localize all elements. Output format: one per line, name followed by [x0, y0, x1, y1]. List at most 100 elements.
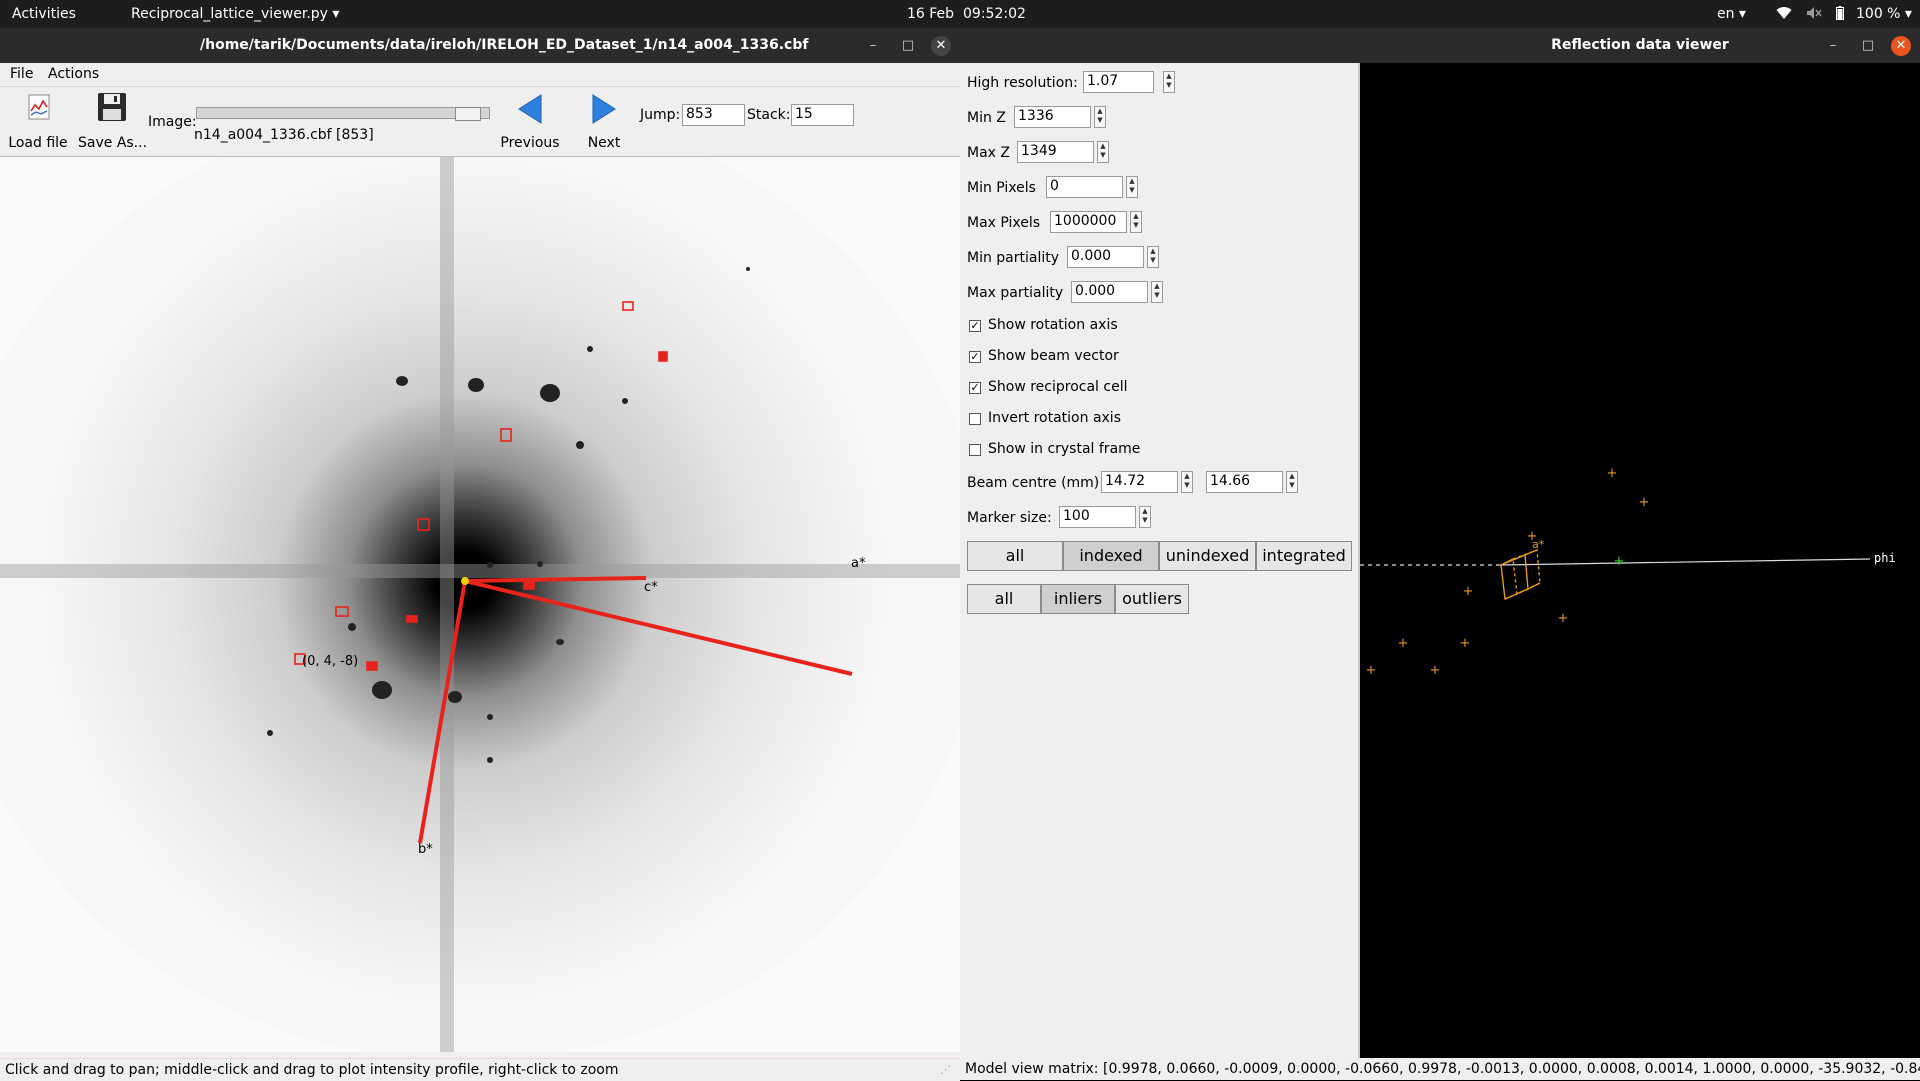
minimize-icon[interactable]: – [863, 36, 883, 56]
show-in-crystal-frame-label[interactable]: Show in crystal frame [988, 441, 1140, 457]
marker-size-input[interactable]: 100 [1059, 506, 1136, 528]
filter-integrated-button[interactable]: integrated [1256, 541, 1352, 571]
beam-centre-label: Beam centre (mm) [967, 475, 1100, 491]
jump-input[interactable]: 853 [682, 104, 745, 126]
load-file-icon [28, 94, 50, 120]
max-partiality-input[interactable]: 0.000 [1071, 281, 1148, 303]
svg-text:+: + [1607, 466, 1618, 481]
save-as-button[interactable]: Save As... [78, 87, 147, 155]
high-resolution-label: High resolution: [967, 75, 1078, 91]
save-disk-icon [98, 93, 126, 121]
beam-centre-x-spinner[interactable]: ▲ ▼ [1181, 471, 1193, 493]
max-z-label: Max Z [967, 145, 1010, 161]
axis-label-b-star: b* [418, 842, 433, 857]
high-resolution-spinner[interactable]: ▲ ▼ [1163, 71, 1175, 93]
diffraction-image-canvas[interactable]: c* a* b* (0, 4, -8) [0, 157, 960, 1052]
language-indicator[interactable]: en ▾ [1717, 6, 1746, 22]
min-pixels-spinner[interactable]: ▲ ▼ [1126, 176, 1138, 198]
clock-time[interactable]: 09:52:02 [963, 6, 1026, 22]
model-view-matrix-text: Model view matrix: [0.9978, 0.0660, -0.0… [965, 1061, 1920, 1077]
min-pixels-label: Min Pixels [967, 180, 1036, 196]
min-z-spinner[interactable]: ▲ ▼ [1094, 106, 1106, 128]
jump-label: Jump: [640, 107, 681, 123]
battery-icon[interactable] [1836, 6, 1844, 24]
viewer-close-icon[interactable]: ✕ [1891, 36, 1911, 56]
show-reciprocal-cell-checkbox[interactable]: ✓ [969, 382, 981, 394]
filter-unindexed-button[interactable]: unindexed [1159, 541, 1256, 571]
svg-text:+: + [1527, 529, 1538, 544]
svg-text:+: + [1463, 584, 1474, 599]
show-rotation-axis-checkbox[interactable]: ✓ [969, 320, 981, 332]
load-file-button[interactable]: Load file [6, 87, 70, 155]
load-file-label: Load file [8, 135, 68, 151]
outlier-filter-all-button[interactable]: all [967, 584, 1041, 614]
reflection-hkl-label: (0, 4, -8) [302, 654, 358, 669]
filter-indexed-button[interactable]: indexed [1063, 541, 1159, 571]
min-partiality-spinner[interactable]: ▲ ▼ [1147, 246, 1159, 268]
reciprocal-lattice-3d-view[interactable]: phi a* + + + + + + + + + + [1360, 63, 1920, 1058]
beam-centre-y-spinner[interactable]: ▲ ▼ [1286, 471, 1298, 493]
show-reciprocal-cell-label[interactable]: Show reciprocal cell [988, 379, 1127, 395]
settings-panel: High resolution: 1.07 ▲ ▼ Min Z 1336 ▲ ▼ M… [960, 63, 1360, 1058]
svg-text:+: + [1460, 636, 1471, 651]
viewer-maximize-icon[interactable]: □ [1858, 36, 1878, 56]
axis-label-a-star: a* [851, 556, 866, 571]
min-z-input[interactable]: 1336 [1014, 106, 1091, 128]
beam-centre-y-input[interactable]: 14.66 [1206, 471, 1283, 493]
wifi-icon[interactable] [1776, 6, 1792, 24]
image-status-bar: Click and drag to pan; middle-click and … [0, 1058, 960, 1081]
max-z-input[interactable]: 1349 [1017, 141, 1094, 163]
image-label: Image: [148, 114, 197, 130]
menu-actions[interactable]: Actions [48, 66, 99, 82]
previous-button[interactable]: Previous [496, 87, 564, 155]
menu-bar: File Actions [0, 63, 960, 87]
show-in-crystal-frame-checkbox[interactable] [969, 444, 981, 456]
clock-date[interactable]: 16 Feb [907, 6, 954, 22]
close-icon[interactable]: ✕ [931, 36, 951, 56]
viewer-minimize-icon[interactable]: – [1823, 36, 1843, 56]
marker-size-label: Marker size: [967, 510, 1052, 526]
show-beam-vector-checkbox[interactable]: ✓ [969, 351, 981, 363]
min-partiality-input[interactable]: 0.000 [1067, 246, 1144, 268]
image-slider[interactable] [196, 107, 490, 121]
max-z-spinner[interactable]: ▲ ▼ [1097, 141, 1109, 163]
max-pixels-spinner[interactable]: ▲ ▼ [1130, 211, 1142, 233]
battery-percentage[interactable]: 100 % ▾ [1856, 6, 1912, 22]
max-pixels-input[interactable]: 1000000 [1050, 211, 1127, 233]
svg-text:+: + [1366, 663, 1377, 678]
activities-button[interactable]: Activities [12, 6, 76, 22]
arrow-right-icon [592, 94, 616, 124]
min-partiality-label: Min partiality [967, 250, 1060, 266]
show-beam-vector-label[interactable]: Show beam vector [988, 348, 1119, 364]
invert-rotation-axis-checkbox[interactable] [969, 413, 981, 425]
max-partiality-spinner[interactable]: ▲ ▼ [1151, 281, 1163, 303]
viewer-status-bar: Model view matrix: [0.9978, 0.0660, -0.0… [960, 1058, 1920, 1080]
maximize-icon[interactable]: □ [898, 36, 918, 56]
high-resolution-input[interactable]: 1.07 [1083, 71, 1154, 93]
min-pixels-input[interactable]: 0 [1046, 176, 1123, 198]
next-button[interactable]: Next [570, 87, 638, 155]
rotation-axis-label: phi [1874, 551, 1896, 565]
min-z-label: Min Z [967, 110, 1006, 126]
reciprocal-cell-box [1500, 549, 1541, 601]
image-slider-handle[interactable] [455, 107, 482, 121]
outlier-filter-outliers-button[interactable]: outliers [1115, 584, 1189, 614]
stack-input[interactable]: 15 [791, 104, 854, 126]
beam-centre-x-input[interactable]: 14.72 [1101, 471, 1178, 493]
invert-rotation-axis-label[interactable]: Invert rotation axis [988, 410, 1121, 426]
menu-file[interactable]: File [10, 66, 33, 82]
app-menu[interactable]: Reciprocal_lattice_viewer.py ▾ [131, 6, 339, 22]
max-pixels-label: Max Pixels [967, 215, 1041, 231]
svg-text:+: + [1398, 636, 1409, 651]
volume-icon[interactable] [1806, 6, 1822, 24]
filter-all-button[interactable]: all [967, 541, 1063, 571]
svg-text:+: + [1430, 663, 1441, 678]
marker-size-spinner[interactable]: ▲ ▼ [1139, 506, 1151, 528]
image-window-titlebar[interactable]: /home/tarik/Documents/data/ireloh/IRELOH… [0, 28, 960, 63]
max-partiality-label: Max partiality [967, 285, 1064, 301]
resize-grip-icon[interactable]: ⋰ [940, 1063, 951, 1076]
svg-text:+: + [1558, 611, 1569, 626]
show-rotation-axis-label[interactable]: Show rotation axis [988, 317, 1118, 333]
viewer-window-titlebar[interactable]: Reflection data viewer – □ ✕ [960, 28, 1920, 63]
outlier-filter-inliers-button[interactable]: inliers [1041, 584, 1115, 614]
